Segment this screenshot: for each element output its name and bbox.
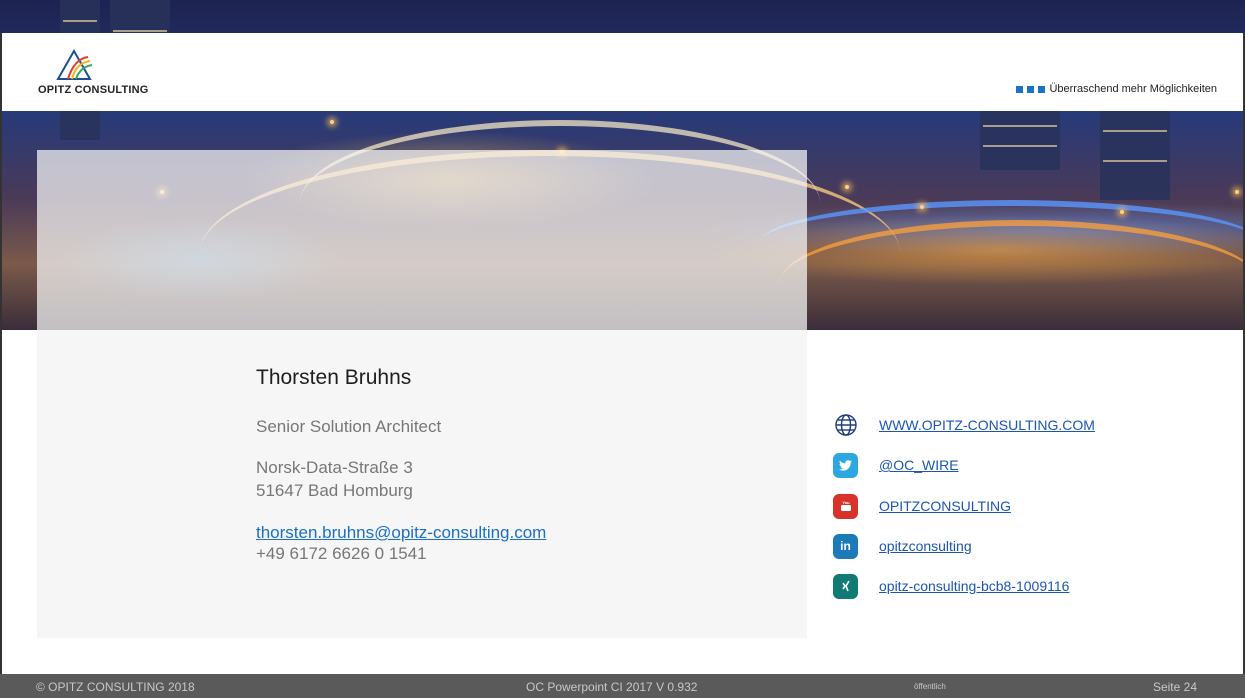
logo-icon bbox=[56, 48, 93, 80]
linkedin-link[interactable]: opitzconsulting bbox=[879, 538, 972, 554]
address-city: 51647 Bad Homburg bbox=[256, 481, 413, 500]
link-linkedin[interactable]: in opitzconsulting bbox=[833, 533, 972, 559]
footer-copyright: © OPITZ CONSULTING 2018 bbox=[36, 680, 195, 694]
link-xing[interactable]: opitz-consulting-bcb8-1009116 bbox=[833, 573, 1069, 599]
logo-text: OPITZ CONSULTING bbox=[38, 84, 149, 96]
youtube-icon: You bbox=[833, 493, 858, 519]
xing-link[interactable]: opitz-consulting-bcb8-1009116 bbox=[879, 578, 1069, 594]
link-youtube[interactable]: You OPITZCONSULTING bbox=[833, 493, 1011, 519]
footer-classification: öffentlich bbox=[914, 682, 946, 691]
globe-icon bbox=[833, 413, 858, 438]
slide: OPITZ CONSULTING Überraschend mehr Mögli… bbox=[0, 0, 1245, 698]
link-website[interactable]: WWW.OPITZ-CONSULTING.COM bbox=[833, 412, 1095, 438]
contact-name: Thorsten Bruhns bbox=[256, 366, 412, 389]
contact-role: Senior Solution Architect bbox=[256, 417, 442, 436]
website-link[interactable]: WWW.OPITZ-CONSULTING.COM bbox=[879, 417, 1095, 433]
phone-number: +49 6172 6626 0 1541 bbox=[256, 544, 427, 563]
accent-square-icon bbox=[1027, 85, 1035, 93]
tagline: Überraschend mehr Möglichkeiten bbox=[1016, 83, 1217, 95]
youtube-link[interactable]: OPITZCONSULTING bbox=[879, 498, 1011, 514]
footer-page-number: Seite 24 bbox=[1152, 680, 1197, 694]
header-bar: OPITZ CONSULTING Überraschend mehr Mögli… bbox=[0, 33, 1245, 111]
svg-text:You: You bbox=[842, 500, 850, 505]
contact-card bbox=[37, 330, 807, 638]
email-link[interactable]: thorsten.bruhns@opitz-consulting.com bbox=[256, 523, 546, 543]
footer-bar: © OPITZ CONSULTING 2018 OC Powerpoint CI… bbox=[0, 674, 1245, 698]
address-street: Norsk-Data-Straße 3 bbox=[256, 458, 413, 477]
accent-square-icon bbox=[1038, 85, 1046, 93]
linkedin-icon: in bbox=[833, 533, 858, 559]
slide-border-left bbox=[0, 33, 2, 674]
tagline-text: Überraschend mehr Möglichkeiten bbox=[1049, 83, 1217, 95]
twitter-icon bbox=[833, 452, 858, 478]
company-logo: OPITZ CONSULTING bbox=[38, 47, 178, 102]
accent-square-icon bbox=[1016, 85, 1024, 93]
xing-icon bbox=[833, 573, 858, 599]
footer-version: OC Powerpoint CI 2017 V 0.932 bbox=[526, 680, 698, 694]
twitter-link[interactable]: @OC_WIRE bbox=[879, 457, 959, 473]
link-twitter[interactable]: @OC_WIRE bbox=[833, 452, 959, 478]
